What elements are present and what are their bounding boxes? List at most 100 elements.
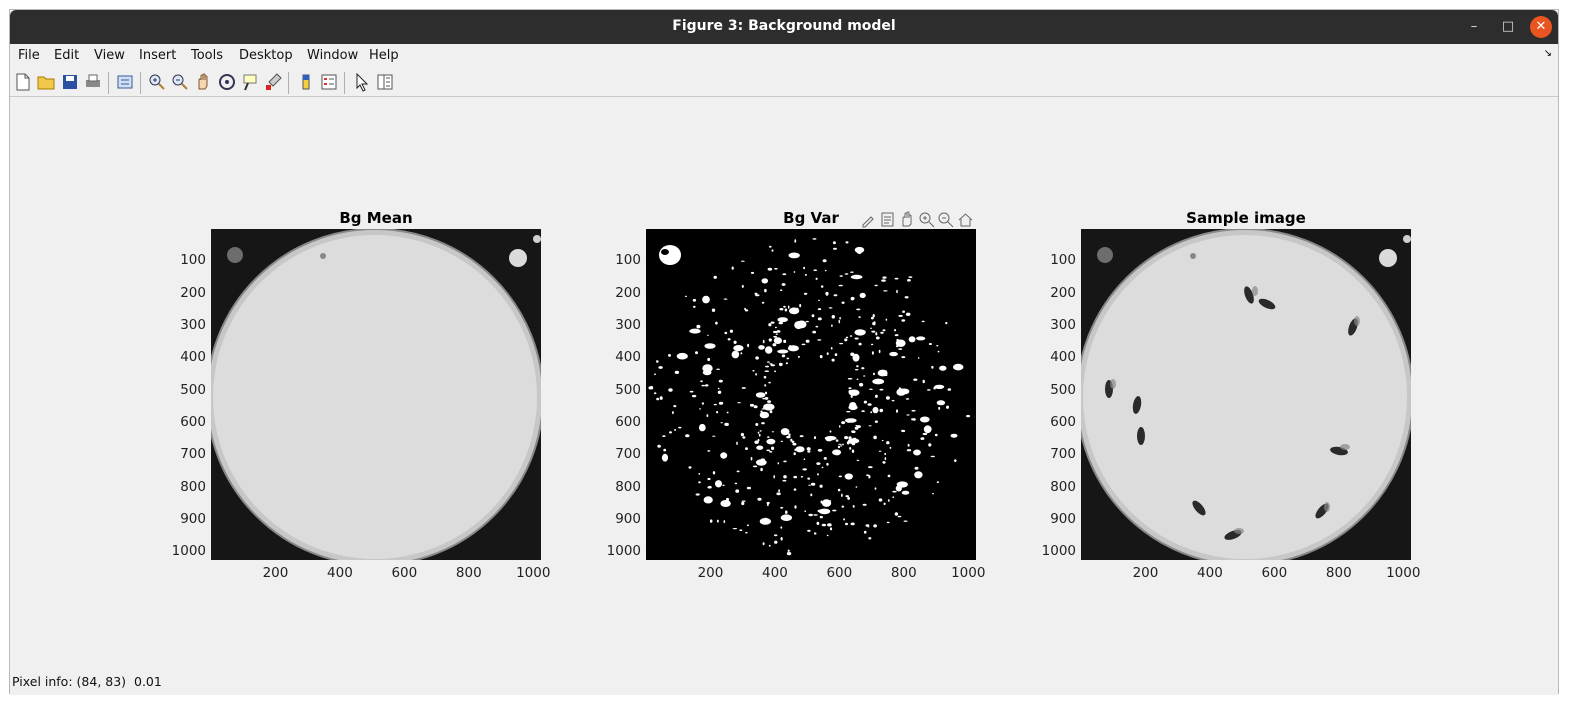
save-icon[interactable]	[60, 72, 80, 92]
maximize-button[interactable]: □	[1497, 16, 1519, 38]
variance-speckle	[771, 431, 775, 433]
variance-speckle	[841, 421, 846, 425]
variance-speckle	[873, 372, 875, 376]
variance-speckle	[826, 462, 829, 466]
zoom-in-icon[interactable]	[918, 211, 935, 228]
brush-icon[interactable]	[860, 211, 877, 228]
minimize-button[interactable]: –	[1463, 16, 1485, 38]
variance-speckle	[787, 549, 790, 552]
variance-speckle	[704, 384, 709, 387]
bg-mean-image[interactable]	[211, 229, 541, 560]
y-tick-label: 500	[1050, 381, 1076, 398]
pan-icon[interactable]	[898, 211, 915, 228]
variance-speckle	[780, 440, 783, 443]
variance-speckle	[863, 530, 867, 534]
variance-speckle	[736, 470, 740, 473]
new-figure-icon[interactable]	[13, 72, 33, 92]
variance-speckle	[729, 329, 733, 333]
zoom-out-icon[interactable]	[937, 211, 954, 228]
variance-speckle	[856, 308, 861, 311]
variance-speckle	[937, 350, 940, 353]
variance-speckle	[911, 409, 916, 412]
menu-window[interactable]: Window	[307, 48, 358, 63]
menu-help[interactable]: Help	[369, 48, 399, 63]
variance-speckle	[905, 398, 910, 400]
variance-speckle	[778, 489, 780, 493]
zoom-in-icon[interactable]	[147, 72, 167, 92]
variance-speckle	[835, 439, 839, 442]
variance-speckle	[930, 455, 935, 458]
edit-plot-icon[interactable]	[352, 72, 372, 92]
variance-speckle	[833, 247, 837, 250]
brush-icon[interactable]	[263, 72, 283, 92]
menu-insert[interactable]: Insert	[139, 48, 176, 63]
variance-speckle	[908, 336, 916, 343]
variance-speckle	[764, 384, 767, 387]
colorbar-icon[interactable]	[296, 72, 316, 92]
dock-arrow-icon[interactable]: ↘	[1544, 48, 1552, 59]
variance-speckle	[870, 411, 873, 414]
restore-view-icon[interactable]	[957, 211, 974, 228]
variance-speckle	[704, 343, 716, 349]
link-plot-icon[interactable]	[115, 72, 135, 92]
variance-speckle	[882, 276, 887, 279]
variance-speckle	[875, 332, 878, 336]
variance-speckle	[771, 446, 775, 450]
variance-speckle	[921, 320, 925, 323]
variance-speckle	[923, 425, 932, 434]
variance-speckle	[936, 400, 946, 406]
figure-toolbar	[10, 68, 1558, 97]
menu-tools[interactable]: Tools	[191, 48, 223, 63]
variance-speckle	[720, 422, 723, 424]
variance-speckle	[767, 400, 772, 403]
variance-speckle	[906, 414, 910, 416]
y-tick-label: 300	[615, 316, 641, 333]
legend-icon[interactable]	[319, 72, 339, 92]
variance-speckle	[854, 246, 865, 254]
variance-speckle	[764, 370, 769, 372]
variance-speckle	[767, 502, 769, 507]
menu-view[interactable]: View	[94, 48, 125, 63]
variance-speckle	[829, 430, 832, 433]
variance-speckle	[966, 414, 971, 418]
variance-speckle	[799, 435, 804, 438]
variance-speckle	[861, 410, 865, 412]
variance-speckle	[763, 403, 775, 411]
variance-speckle	[875, 336, 880, 340]
property-inspector-icon[interactable]	[375, 72, 395, 92]
variance-speckle	[894, 334, 899, 337]
x-tick-label: 800	[455, 565, 482, 581]
variance-speckle	[896, 481, 908, 488]
variance-speckle	[875, 394, 878, 398]
variance-speckle	[873, 321, 876, 324]
menu-edit[interactable]: Edit	[54, 48, 79, 63]
variance-speckle	[817, 339, 822, 341]
variance-speckle	[783, 305, 786, 308]
print-icon[interactable]	[83, 72, 103, 92]
close-button[interactable]: ✕	[1530, 16, 1552, 38]
variance-speckle	[868, 466, 873, 469]
variance-speckle	[850, 274, 863, 280]
variance-speckle	[901, 356, 906, 359]
variance-speckle	[817, 509, 822, 513]
menu-desktop[interactable]: Desktop	[239, 48, 293, 63]
variance-speckle	[947, 388, 952, 391]
variance-speckle	[758, 345, 765, 350]
menu-file[interactable]: File	[18, 48, 40, 63]
zoom-out-icon[interactable]	[170, 72, 190, 92]
pan-icon[interactable]	[193, 72, 213, 92]
variance-speckle	[871, 351, 874, 355]
bg-var-image[interactable]	[646, 229, 976, 560]
data-cursor-icon[interactable]	[240, 72, 260, 92]
y-tick-label: 700	[1050, 446, 1076, 463]
open-file-icon[interactable]	[36, 72, 56, 92]
variance-speckle	[815, 325, 819, 328]
variance-speckle	[826, 534, 829, 537]
rotate-3d-icon[interactable]	[217, 72, 237, 92]
variance-speckle	[769, 407, 773, 409]
variance-speckle	[815, 277, 818, 280]
variance-speckle	[771, 249, 774, 252]
data-tips-icon[interactable]	[879, 211, 896, 228]
sample-image[interactable]	[1081, 229, 1411, 560]
variance-speckle	[741, 387, 746, 389]
